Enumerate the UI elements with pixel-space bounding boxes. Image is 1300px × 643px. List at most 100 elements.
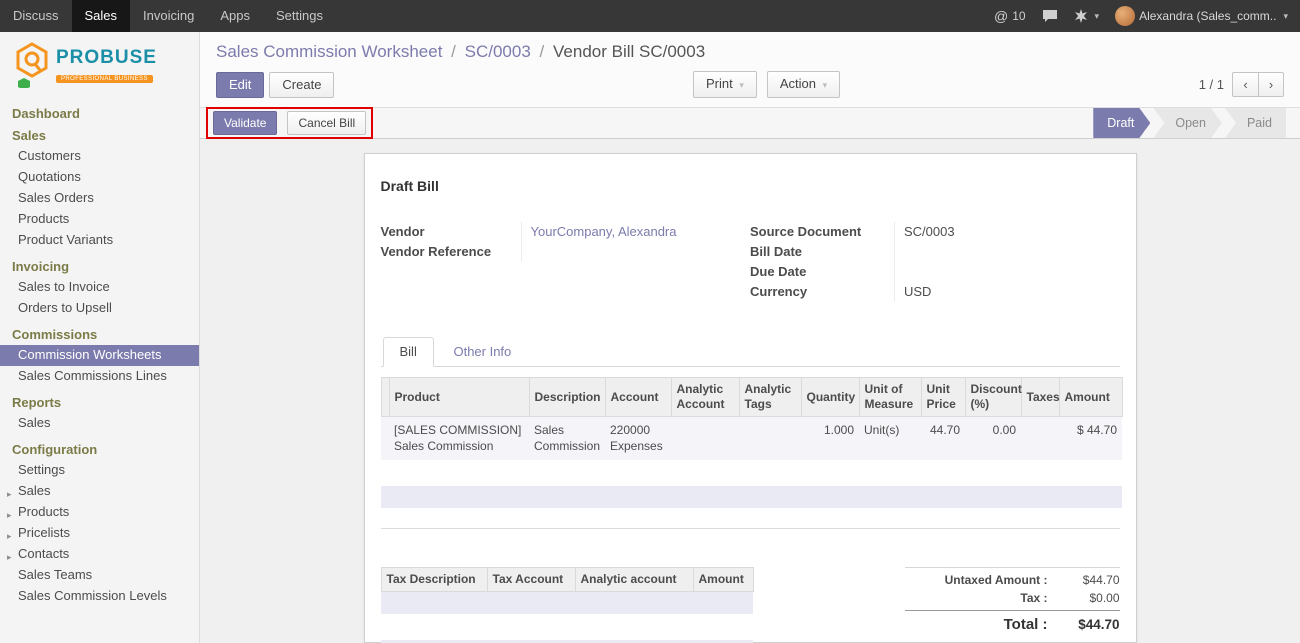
control-panel: Sales Commission Worksheet / SC/0003 / V… [200,32,1300,107]
validate-button[interactable]: Validate [213,111,277,135]
debug-menu[interactable]: ▾ [1074,9,1100,23]
menu-discuss[interactable]: Discuss [0,0,72,32]
print-dropdown-button[interactable]: Print ▾ [693,71,757,98]
control-panel-buttons: Edit Create Print ▾ Action ▾ 1 / 1 [216,71,1284,98]
cell-quantity: 1.000 [801,417,859,461]
sidebar-item-orders-to-upsell[interactable]: Orders to Upsell [0,298,199,319]
sidebar-item-commission-worksheets[interactable]: Commission Worksheets [0,345,199,366]
status-step-draft[interactable]: Draft [1093,108,1150,138]
status-step-open[interactable]: Open [1153,108,1222,138]
lines-header-row: Product Description Account Analytic Acc… [381,378,1122,417]
tab-other-info[interactable]: Other Info [437,338,527,366]
menu-sales[interactable]: Sales [72,0,131,32]
cancel-bill-button[interactable]: Cancel Bill [287,111,366,135]
sidebar-item-sales-to-invoice[interactable]: Sales to Invoice [0,277,199,298]
sidebar-item-label: Products [18,504,69,519]
empty-line-row [381,486,1122,508]
cell-uom: Unit(s) [859,417,921,461]
probuse-logo: PROBUSE PROFESSIONAL BUSINESS [0,40,199,98]
print-label: Print [706,76,733,91]
sidebar-heading-commissions: Commissions [0,325,199,345]
cell-amount: $ 44.70 [1059,417,1122,461]
pager-previous-button[interactable]: ‹ [1232,72,1258,97]
pager-counter: 1 / 1 [1199,77,1224,92]
breadcrumb-sc0003-link[interactable]: SC/0003 [465,42,531,61]
col-product: Product [389,378,529,417]
field-grid: Vendor YourCompany, Alexandra Vendor Ref… [381,222,1120,302]
tax-lines-table: Tax Description Tax Account Analytic acc… [381,567,753,643]
tax-row: Tax : $0.00 [905,589,1120,607]
sidebar: PROBUSE PROFESSIONAL BUSINESS Dashboard … [0,32,200,643]
sidebar-item-product-variants[interactable]: Product Variants [0,230,199,251]
sidebar-item-contacts[interactable]: ▸ Contacts [0,544,199,565]
source-document-value: SC/0003 [894,222,1120,242]
untaxed-amount-label: Untaxed Amount : [905,573,1058,587]
breadcrumb-worksheet-link[interactable]: Sales Commission Worksheet [216,42,442,61]
form-sheet: Draft Bill Vendor YourCompany, Alexandra… [364,153,1137,643]
menu-settings[interactable]: Settings [263,0,336,32]
empty-tax-row [381,592,753,614]
invoice-line-row[interactable]: [SALES COMMISSION] Sales Commission Sale… [381,417,1122,461]
logo-text: PROBUSE PROFESSIONAL BUSINESS [56,48,157,83]
cell-description: Sales Commission [529,417,605,461]
messages-icon[interactable] [1042,9,1058,23]
sidebar-item-pricelists[interactable]: ▸ Pricelists [0,523,199,544]
sidebar-item-sales-orders[interactable]: Sales Orders [0,188,199,209]
edit-button[interactable]: Edit [216,72,264,98]
menu-invoicing[interactable]: Invoicing [130,0,207,32]
total-value: $44.70 [1058,617,1120,632]
sidebar-item-sales-commissions-lines[interactable]: Sales Commissions Lines [0,366,199,387]
topbar: Discuss Sales Invoicing Apps Settings @ … [0,0,1300,32]
cell-discount: 0.00 [965,417,1021,461]
action-label: Action [780,76,816,91]
logo-subtitle: PROFESSIONAL BUSINESS [56,75,153,83]
vendor-reference-label: Vendor Reference [381,242,521,262]
statusbar: Validate Cancel Bill Draft Open Paid [200,107,1300,139]
debug-icon [1074,9,1088,23]
col-amount: Amount [1059,378,1122,417]
sidebar-heading-sales: Sales [0,126,199,146]
top-menu: Discuss Sales Invoicing Apps Settings [0,0,336,32]
user-menu[interactable]: Alexandra (Sales_comm.. ▾ [1115,6,1288,26]
pager: 1 / 1 ‹ › [1199,72,1284,97]
currency-label: Currency [750,282,894,302]
empty-line-row [381,508,1122,526]
sidebar-item-sales-commission-levels[interactable]: Sales Commission Levels [0,586,199,607]
logo-hexagon-icon [14,42,50,88]
status-step-paid[interactable]: Paid [1225,108,1286,138]
cell-analytic-account [671,417,739,461]
pager-next-button[interactable]: › [1258,72,1284,97]
menu-apps[interactable]: Apps [207,0,263,32]
sidebar-item-customers[interactable]: Customers [0,146,199,167]
sidebar-item-config-products[interactable]: ▸ Products [0,502,199,523]
mentions-counter[interactable]: @ 10 [994,8,1026,24]
col-tax-amount: Amount [693,568,753,592]
currency-value: USD [894,282,1120,302]
control-panel-center: Print ▾ Action ▾ [334,71,1198,98]
untaxed-amount-value: $44.70 [1058,573,1120,587]
sidebar-item-quotations[interactable]: Quotations [0,167,199,188]
sidebar-heading-dashboard: Dashboard [0,104,199,124]
total-row: Total : $44.70 [905,610,1120,635]
tab-bill[interactable]: Bill [383,337,434,367]
chat-bubble-icon [1042,9,1058,23]
due-date-value [894,262,1120,282]
col-taxes: Taxes [1021,378,1059,417]
cell-taxes [1021,417,1059,461]
field-group-left: Vendor YourCompany, Alexandra Vendor Ref… [381,222,751,302]
annotation-highlight-box: Validate Cancel Bill [206,107,373,139]
empty-line-row [381,460,1122,486]
tax-and-totals-section: Tax Description Tax Account Analytic acc… [381,567,1120,643]
topbar-right: @ 10 ▾ Alexandra (Sales_comm.. ▾ [994,0,1300,32]
untaxed-amount-row: Untaxed Amount : $44.70 [905,571,1120,589]
vendor-value-link[interactable]: YourCompany, Alexandra [521,222,751,242]
create-button[interactable]: Create [269,72,334,98]
action-dropdown-button[interactable]: Action ▾ [767,71,840,98]
sidebar-item-sales-teams[interactable]: Sales Teams [0,565,199,586]
sidebar-item-products[interactable]: Products [0,209,199,230]
at-icon: @ [994,8,1008,24]
empty-tax-row [381,614,753,640]
sidebar-item-settings[interactable]: Settings [0,460,199,481]
sidebar-item-config-sales[interactable]: ▸ Sales [0,481,199,502]
sidebar-item-reports-sales[interactable]: Sales [0,413,199,434]
